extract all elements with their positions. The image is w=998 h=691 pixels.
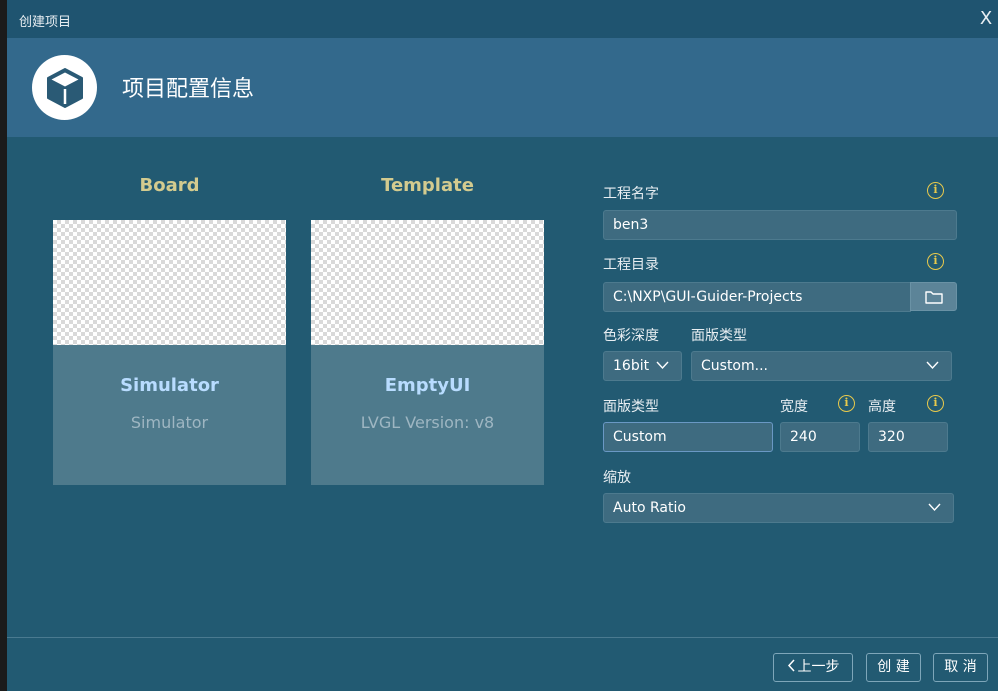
- panel-type-value: Custom...: [701, 358, 768, 374]
- width-label: 宽度: [780, 399, 808, 415]
- template-subtitle: LVGL Version: v8: [360, 413, 495, 432]
- title-bar: 创建项目 X: [7, 0, 998, 38]
- cube-icon: [32, 55, 97, 120]
- color-depth-value: 16bit: [613, 358, 650, 374]
- template-name: EmptyUI: [384, 375, 471, 396]
- panel-name-input[interactable]: Custom: [603, 422, 773, 452]
- chevron-down-icon: [926, 361, 939, 370]
- previous-step-label: 上一步: [797, 659, 840, 675]
- project-dir-label: 工程目录: [603, 257, 659, 273]
- create-project-dialog: 创建项目 X 项目配置信息 Board Template Simulator S…: [0, 0, 998, 691]
- project-name-label: 工程名字: [603, 186, 659, 202]
- cancel-button[interactable]: 取 消: [933, 653, 988, 682]
- previous-step-button[interactable]: 上一步: [773, 653, 853, 682]
- template-section-label: Template: [381, 175, 474, 196]
- board-card-simulator[interactable]: Simulator Simulator: [53, 220, 286, 485]
- color-depth-label: 色彩深度: [603, 328, 659, 344]
- board-name: Simulator: [120, 375, 219, 396]
- board-thumbnail: [53, 220, 286, 345]
- scale-select[interactable]: Auto Ratio: [603, 493, 954, 523]
- create-button[interactable]: 创 建: [866, 653, 921, 682]
- footer-divider: [7, 637, 998, 638]
- width-input[interactable]: 240: [780, 422, 860, 452]
- close-icon[interactable]: X: [976, 9, 996, 29]
- project-dir-input[interactable]: C:\NXP\GUI-Guider-Projects: [603, 282, 911, 312]
- height-label: 高度: [868, 399, 896, 415]
- panel-type-custom-label: 面版类型: [603, 399, 659, 415]
- window-title: 创建项目: [19, 15, 72, 30]
- template-card-emptyui[interactable]: EmptyUI LVGL Version: v8: [311, 220, 544, 485]
- height-info-icon[interactable]: i: [927, 395, 944, 412]
- panel-type-select[interactable]: Custom...: [691, 351, 952, 381]
- folder-icon: [925, 291, 943, 304]
- browse-folder-button[interactable]: [910, 282, 957, 311]
- header-banner: 项目配置信息: [7, 38, 998, 137]
- page-heading: 项目配置信息: [122, 77, 255, 102]
- width-info-icon[interactable]: i: [838, 395, 855, 412]
- board-section-label: Board: [139, 175, 200, 196]
- panel-type-label: 面版类型: [691, 328, 747, 344]
- height-input[interactable]: 320: [868, 422, 948, 452]
- board-subtitle: Simulator: [130, 413, 209, 432]
- project-name-info-icon[interactable]: i: [927, 182, 944, 199]
- window-edge: [0, 0, 7, 691]
- chevron-down-icon: [928, 503, 941, 512]
- chevron-left-icon: [787, 659, 795, 672]
- chevron-down-icon: [656, 361, 669, 370]
- color-depth-select[interactable]: 16bit: [603, 351, 682, 381]
- template-thumbnail: [311, 220, 544, 345]
- scale-label: 缩放: [603, 470, 631, 486]
- project-name-input[interactable]: ben3: [603, 210, 957, 240]
- scale-value: Auto Ratio: [613, 500, 686, 516]
- project-dir-info-icon[interactable]: i: [927, 253, 944, 270]
